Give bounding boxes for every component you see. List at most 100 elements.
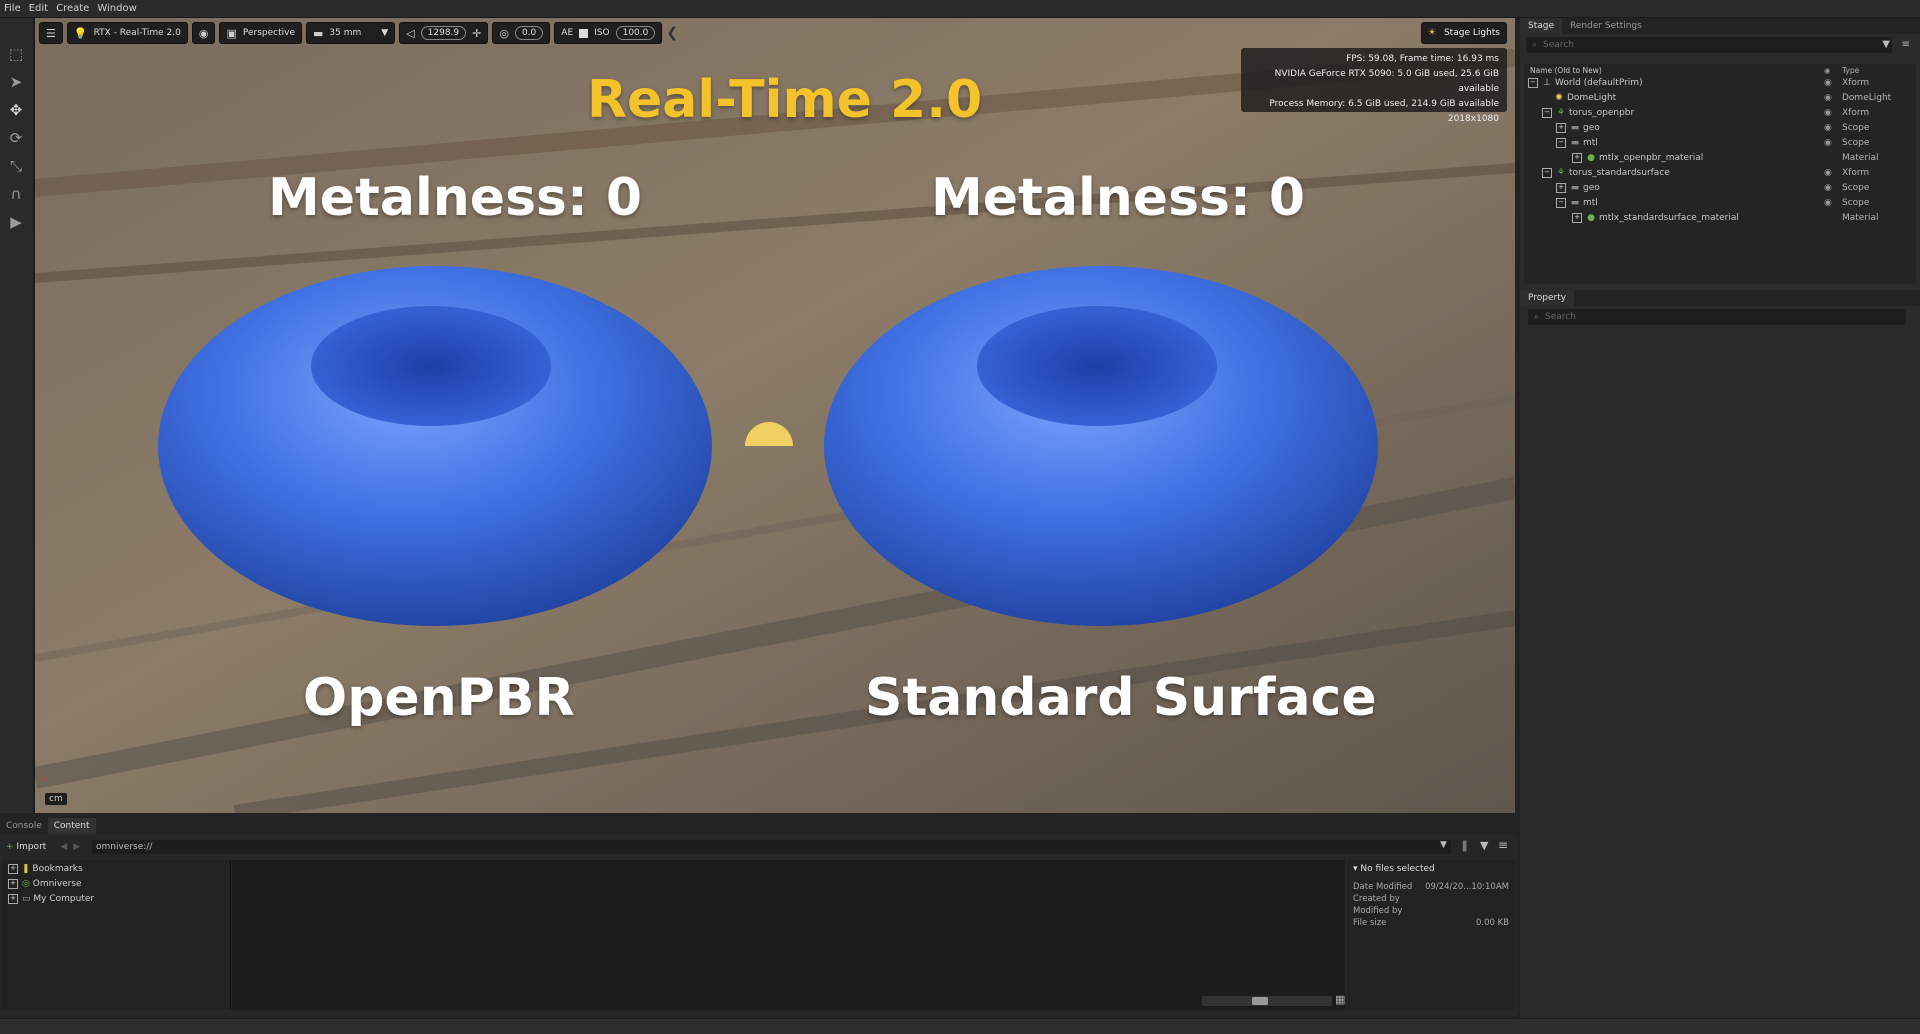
- filter-icon[interactable]: ▼: [1882, 39, 1890, 50]
- viewport[interactable]: Real-Time 2.0 Metalness: 0 Metalness: 0 …: [35, 18, 1515, 813]
- list-item[interactable]: + ❚ Bookmarks: [8, 862, 83, 876]
- visibility-icon[interactable]: ◉: [1824, 166, 1832, 181]
- tree-row[interactable]: − ⊥ World (defaultPrim) ◉ Xform: [1524, 76, 1916, 91]
- bookmark-icon[interactable]: ❚: [1460, 839, 1469, 852]
- details-pane: ▾ No files selected Date Modified 09/24/2…: [1347, 860, 1515, 1010]
- visibility-icon[interactable]: ◉: [1824, 121, 1832, 136]
- grid-view-icon[interactable]: ▦: [1335, 993, 1345, 1006]
- expand-icon[interactable]: +: [8, 878, 18, 889]
- collapse-icon[interactable]: −: [1542, 107, 1552, 118]
- collapse-icon[interactable]: −: [1556, 197, 1566, 208]
- menu-icon[interactable]: ≡: [1902, 39, 1910, 50]
- visibility-icon[interactable]: ◉: [1824, 196, 1832, 211]
- visibility-icon[interactable]: ◉: [1824, 136, 1832, 151]
- exposure-field[interactable]: 0.0: [514, 26, 544, 40]
- collapse-arrow-icon[interactable]: ▾: [1353, 864, 1358, 874]
- thumbnail-size-slider[interactable]: [1202, 996, 1332, 1006]
- scale-tool-icon[interactable]: ⤡: [6, 156, 26, 176]
- files-pane[interactable]: ▦: [232, 860, 1345, 1010]
- visibility-icon[interactable]: ◉: [1824, 91, 1832, 106]
- display-options-button[interactable]: ◉: [191, 22, 216, 44]
- prim-name: torus_openpbr: [1569, 108, 1635, 118]
- search-icon: ⌕: [1532, 40, 1538, 50]
- tree-row[interactable]: + ▬ geo ◉ Scope: [1524, 121, 1916, 136]
- iso-field[interactable]: 100.0: [615, 26, 656, 40]
- type-column-header[interactable]: Type: [1842, 66, 1859, 76]
- prim-name: geo: [1583, 123, 1600, 133]
- move-tool-icon[interactable]: ✥: [6, 100, 26, 120]
- menu-file[interactable]: File: [0, 3, 25, 14]
- path-input[interactable]: omniverse://: [92, 840, 1451, 854]
- ae-checkbox[interactable]: [579, 28, 589, 38]
- tab-property[interactable]: Property: [1520, 290, 1575, 306]
- viewport-settings-button[interactable]: ☰: [39, 22, 63, 44]
- visibility-icon[interactable]: ◉: [1824, 106, 1832, 121]
- tree-row[interactable]: − ⚘ torus_openpbr ◉ Xform: [1524, 106, 1916, 121]
- bottom-panel: Console Content + Import ◀ ▶ omniverse:/…: [0, 818, 1517, 1018]
- tab-console[interactable]: Console: [0, 818, 48, 834]
- tree-header: Name (Old to New) ◉ Type: [1524, 66, 1916, 76]
- iso-control[interactable]: AE ISO 100.0: [554, 22, 663, 44]
- back-arrow-icon[interactable]: ◀: [60, 842, 67, 852]
- select-frame-icon[interactable]: ⬚: [6, 44, 26, 64]
- tree-row[interactable]: + ▬ geo ◉ Scope: [1524, 181, 1916, 196]
- menu-window[interactable]: Window: [93, 3, 140, 14]
- collapse-icon[interactable]: −: [1528, 77, 1538, 88]
- list-view-icon[interactable]: ≡: [1498, 838, 1508, 852]
- tab-content[interactable]: Content: [47, 818, 96, 834]
- prim-name: mtl: [1583, 138, 1598, 148]
- focus-distance-control[interactable]: ◁ 1298.9 ✛: [399, 22, 489, 44]
- collapse-icon[interactable]: −: [1542, 167, 1552, 178]
- filter-icon[interactable]: ▼: [1480, 839, 1488, 852]
- exposure-control[interactable]: ◎ 0.0: [492, 22, 551, 44]
- crosshair-icon[interactable]: ✛: [472, 27, 481, 40]
- chevron-down-icon[interactable]: ▼: [1440, 840, 1447, 850]
- detail-row: Date Modified 09/24/20...10:10AM: [1353, 882, 1509, 892]
- detail-row: Modified by: [1353, 906, 1509, 916]
- tab-stage[interactable]: Stage: [1520, 18, 1563, 34]
- tree-row[interactable]: + ● mtlx_standardsurface_material Material: [1524, 211, 1916, 226]
- prim-type: Scope: [1842, 183, 1870, 193]
- collapse-toolbar-icon[interactable]: ❮: [666, 25, 678, 41]
- import-button[interactable]: + Import: [0, 842, 52, 852]
- visibility-icon[interactable]: ◉: [1824, 76, 1832, 91]
- expand-icon[interactable]: +: [8, 863, 18, 874]
- play-icon[interactable]: ▶: [6, 212, 26, 232]
- focal-length-dropdown[interactable]: ▬ 35 mm ▼: [305, 22, 396, 44]
- menu-edit[interactable]: Edit: [25, 3, 52, 14]
- expand-icon[interactable]: +: [1572, 152, 1582, 163]
- stage-lights-button[interactable]: ☀ Stage Lights: [1420, 22, 1507, 44]
- stage-tree: Name (Old to New) ◉ Type − ⊥ World (defaul…: [1524, 64, 1916, 284]
- renderer-button[interactable]: 💡 RTX - Real-Time 2.0: [66, 22, 188, 44]
- tree-row[interactable]: − ⚘ torus_standardsurface ◉ Xform: [1524, 166, 1916, 181]
- collapse-icon[interactable]: −: [1556, 137, 1566, 148]
- prim-type: DomeLight: [1842, 93, 1892, 103]
- focus-distance-field[interactable]: 1298.9: [420, 26, 467, 40]
- tree-row[interactable]: + ● mtlx_openpbr_material Material: [1524, 151, 1916, 166]
- tree-row[interactable]: − ▬ mtl ◉ Scope: [1524, 196, 1916, 211]
- expand-icon[interactable]: +: [1556, 122, 1566, 133]
- aperture-icon: ◎: [499, 26, 509, 40]
- menu-create[interactable]: Create: [52, 3, 93, 14]
- property-search-input[interactable]: ⌕ Search: [1528, 309, 1906, 325]
- visibility-icon[interactable]: ◉: [1824, 181, 1832, 196]
- forward-arrow-icon[interactable]: ▶: [73, 842, 80, 852]
- name-column-header[interactable]: Name (Old to New): [1530, 66, 1602, 76]
- folder-icon: ▬: [1570, 123, 1580, 133]
- chevron-down-icon: ▼: [381, 28, 389, 38]
- select-arrow-icon[interactable]: ➤: [6, 72, 26, 92]
- expand-icon[interactable]: +: [1572, 212, 1582, 223]
- tab-render-settings[interactable]: Render Settings: [1562, 18, 1650, 34]
- list-item[interactable]: + ▭ My Computer: [8, 892, 94, 906]
- expand-icon[interactable]: +: [1556, 182, 1566, 193]
- slider-handle[interactable]: [1252, 997, 1268, 1005]
- list-item[interactable]: + ◎ Omniverse: [8, 877, 82, 891]
- stage-lights-label: Stage Lights: [1443, 28, 1500, 38]
- rotate-tool-icon[interactable]: ⟳: [6, 128, 26, 148]
- tree-row[interactable]: − ▬ mtl ◉ Scope: [1524, 136, 1916, 151]
- snap-magnet-icon[interactable]: ∩: [6, 184, 26, 204]
- stage-search-input[interactable]: ⌕ Search: [1526, 37, 1892, 53]
- camera-button[interactable]: ▣ Perspective: [219, 22, 302, 44]
- tree-row[interactable]: ✺ DomeLight ◉ DomeLight: [1524, 91, 1916, 106]
- expand-icon[interactable]: +: [8, 893, 18, 904]
